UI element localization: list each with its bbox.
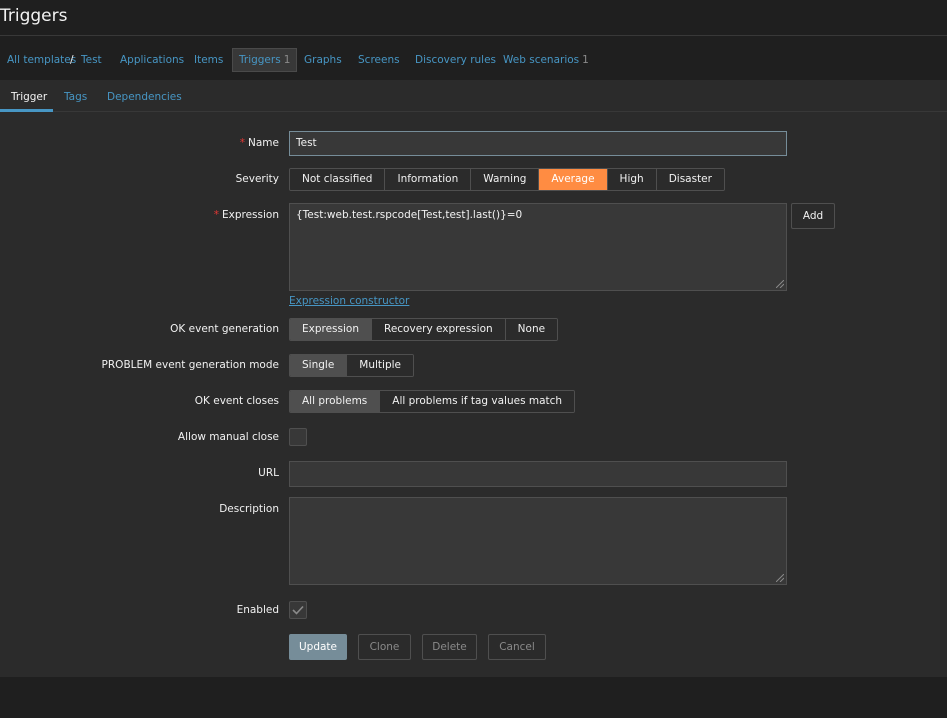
required-marker: *: [239, 137, 246, 149]
active-tab-indicator: [0, 109, 53, 112]
ok-closes-all-problems-option[interactable]: All problems: [290, 391, 380, 412]
ok-event-none-option[interactable]: None: [504, 319, 558, 340]
ok-event-generation-label: OK event generation: [170, 323, 279, 335]
checkmark-icon: [292, 605, 304, 615]
ok-event-generation-selector: Expression Recovery expression None: [289, 318, 559, 341]
nav-discovery-rules-link[interactable]: Discovery rules: [415, 48, 496, 72]
url-input[interactable]: [289, 461, 787, 487]
enabled-checkbox[interactable]: [289, 601, 307, 619]
required-marker: *: [213, 209, 219, 221]
url-label: URL: [258, 467, 279, 479]
name-input[interactable]: Test: [289, 131, 787, 156]
problem-mode-single-option[interactable]: Single: [290, 355, 347, 376]
expression-label-text: Expression: [222, 209, 279, 221]
problem-mode-label: PROBLEM event generation mode: [101, 359, 279, 371]
trigger-form-panel: Trigger Tags Dependencies * Name Test Sev…: [0, 80, 947, 677]
severity-average[interactable]: Average: [538, 169, 607, 190]
expression-textarea[interactable]: {Test:web.test.rspcode[Test,test].last()…: [289, 203, 787, 291]
expression-text: {Test:web.test.rspcode[Test,test].last()…: [296, 209, 523, 221]
severity-label: Severity: [235, 173, 279, 185]
ok-event-recovery-expression-option[interactable]: Recovery expression: [371, 319, 505, 340]
resize-handle-icon[interactable]: [776, 574, 784, 582]
tab-dependencies[interactable]: Dependencies: [107, 91, 182, 103]
cancel-button[interactable]: Cancel: [488, 634, 546, 660]
nav-web-scenarios-link[interactable]: Web scenarios 1: [503, 48, 589, 72]
nav-web-scenarios-label: Web scenarios: [503, 54, 580, 66]
nav-applications-link[interactable]: Applications: [120, 48, 184, 72]
nav-template-link[interactable]: Test: [81, 48, 102, 72]
severity-not-classified[interactable]: Not classified: [290, 169, 385, 190]
template-navigation: All templates / Test Applications Items …: [0, 36, 947, 80]
ok-event-closes-selector: All problems All problems if tag values …: [289, 390, 576, 413]
page-header: Triggers: [0, 0, 947, 36]
resize-handle-icon[interactable]: [776, 280, 784, 288]
description-textarea[interactable]: [289, 497, 787, 585]
ok-event-closes-label: OK event closes: [194, 395, 279, 407]
triggers-count-badge: 1: [283, 54, 291, 66]
form-tabs: Trigger Tags Dependencies: [0, 80, 947, 112]
problem-mode-selector: Single Multiple: [289, 354, 414, 377]
breadcrumb-separator: /: [70, 54, 74, 66]
page-footer: [0, 677, 947, 718]
severity-information[interactable]: Information: [384, 169, 471, 190]
nav-triggers-label: Triggers: [239, 54, 281, 66]
delete-button[interactable]: Delete: [422, 634, 477, 660]
severity-disaster[interactable]: Disaster: [655, 169, 724, 190]
allow-manual-close-label: Allow manual close: [177, 431, 279, 443]
nav-graphs-link[interactable]: Graphs: [304, 48, 342, 72]
problem-mode-multiple-option[interactable]: Multiple: [346, 355, 413, 376]
nav-screens-link[interactable]: Screens: [358, 48, 400, 72]
tab-trigger[interactable]: Trigger: [11, 91, 47, 103]
severity-selector: Not classified Information Warning Avera…: [289, 168, 725, 191]
severity-warning[interactable]: Warning: [470, 169, 539, 190]
nav-items-link[interactable]: Items: [194, 48, 223, 72]
page-title: Triggers: [0, 6, 68, 26]
allow-manual-close-checkbox[interactable]: [289, 428, 307, 446]
ok-event-expression-option[interactable]: Expression: [290, 319, 371, 340]
nav-all-templates-link[interactable]: All templates: [7, 48, 76, 72]
tab-tags[interactable]: Tags: [64, 91, 87, 103]
name-label: * Name: [240, 137, 279, 149]
nav-triggers-tab[interactable]: Triggers 1: [232, 48, 298, 72]
severity-high[interactable]: High: [606, 169, 656, 190]
description-label: Description: [219, 503, 279, 515]
expression-label: * Expression: [214, 209, 279, 221]
name-label-text: Name: [248, 137, 279, 149]
enabled-label: Enabled: [236, 604, 279, 616]
clone-button[interactable]: Clone: [358, 634, 411, 660]
add-expression-button[interactable]: Add: [791, 203, 835, 229]
update-button[interactable]: Update: [289, 634, 347, 660]
ok-closes-tag-match-option[interactable]: All problems if tag values match: [379, 391, 575, 412]
web-scenarios-count-badge: 1: [582, 54, 589, 66]
expression-constructor-link[interactable]: Expression constructor: [289, 295, 409, 307]
